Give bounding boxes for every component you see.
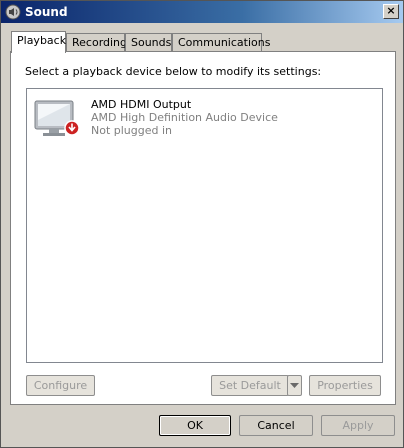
unplugged-red-arrow-icon — [64, 120, 80, 136]
device-item[interactable]: AMD HDMI Output AMD High Definition Audi… — [31, 95, 371, 143]
apply-button[interactable]: Apply — [321, 415, 395, 436]
set-default-button[interactable]: Set Default — [211, 375, 289, 396]
title-bar[interactable]: Sound × — [1, 1, 403, 23]
window-title: Sound — [25, 5, 68, 19]
cancel-button[interactable]: Cancel — [239, 415, 313, 436]
tab-communications[interactable]: Communications — [172, 33, 270, 52]
device-list[interactable]: AMD HDMI Output AMD High Definition Audi… — [26, 88, 383, 363]
speaker-icon — [5, 4, 21, 20]
ok-button[interactable]: OK — [159, 415, 231, 436]
configure-button[interactable]: Configure — [26, 375, 95, 396]
tab-recording[interactable]: Recording — [66, 33, 127, 52]
set-default-dropdown[interactable] — [287, 375, 302, 396]
device-status: Not plugged in — [91, 124, 173, 137]
device-description: AMD High Definition Audio Device — [91, 111, 278, 124]
device-name: AMD HDMI Output — [91, 98, 192, 111]
properties-button[interactable]: Properties — [309, 375, 381, 396]
instruction-text: Select a playback device below to modify… — [25, 65, 322, 78]
monitor-speaker-icon — [34, 100, 80, 136]
chevron-down-icon — [290, 383, 299, 388]
sound-dialog: Sound × Playback Recording Sounds Commun… — [0, 0, 404, 448]
playback-panel: Select a playback device below to modify… — [10, 51, 396, 405]
tab-sounds[interactable]: Sounds — [125, 33, 172, 52]
tab-playback[interactable]: Playback — [11, 31, 66, 53]
close-button[interactable]: × — [383, 4, 399, 19]
